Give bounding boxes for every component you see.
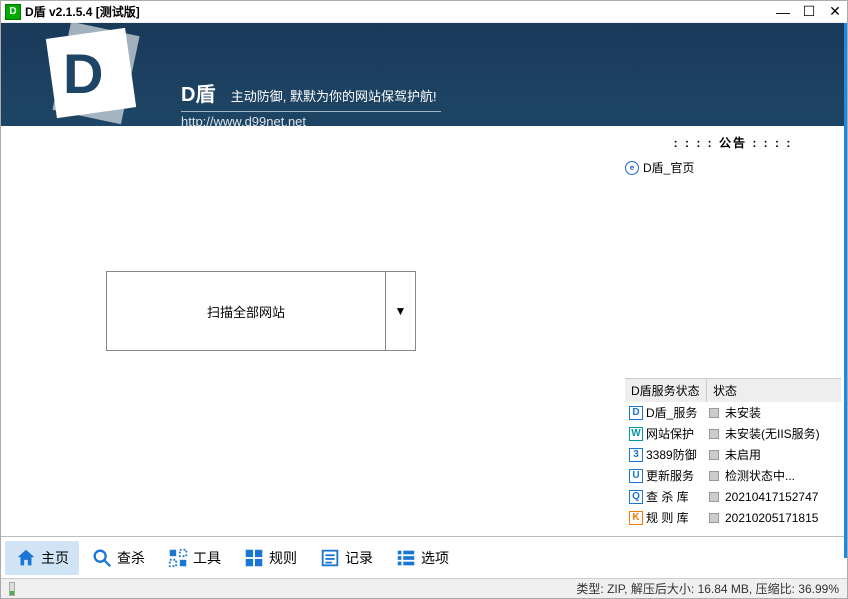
service-icon: K	[629, 511, 643, 525]
status-text: 未安装(无IIS服务)	[725, 425, 837, 442]
status-text: 20210417152747	[725, 490, 837, 504]
announce-item[interactable]: e D盾_官页	[625, 157, 841, 178]
status-table: D盾服务状态 状态 DD盾_服务 未安装 W网站保护 未安装(无IIS服务) 33389…	[625, 378, 841, 528]
tab-label: 查杀	[117, 548, 145, 568]
status-indicator-icon	[709, 408, 719, 418]
status-text: 20210205171815	[725, 511, 837, 525]
minimize-button[interactable]: —	[775, 4, 791, 20]
tab-grid[interactable]: 规则	[233, 541, 307, 575]
service-name: 网站保护	[646, 425, 706, 442]
tab-label: 主页	[41, 548, 69, 568]
announce-header: : : : : 公告 : : : :	[625, 134, 841, 151]
slogan: 主动防御, 默默为你的网站保驾护航!	[231, 86, 437, 105]
banner: D D盾 主动防御, 默默为你的网站保驾护航! http://www.d99ne…	[1, 23, 847, 126]
statusbar: 类型: ZIP, 解压后大小: 16.84 MB, 压缩比: 36.99%	[1, 578, 847, 598]
status-row[interactable]: W网站保护 未安装(无IIS服务)	[625, 423, 841, 444]
close-button[interactable]: ✕	[827, 4, 843, 20]
service-name: 规 则 库	[646, 509, 706, 526]
service-icon: W	[629, 427, 643, 441]
scan-all-button[interactable]: 扫描全部网站 ▼	[106, 271, 416, 351]
titlebar: D D盾 v2.1.5.4 [测试版] — ☐ ✕	[1, 1, 847, 23]
service-icon: 3	[629, 448, 643, 462]
service-name: 更新服务	[646, 467, 706, 484]
tab-tools[interactable]: 工具	[157, 541, 231, 575]
tab-search[interactable]: 查杀	[81, 541, 155, 575]
service-name: 3389防御	[646, 446, 706, 463]
status-indicator-icon	[709, 450, 719, 460]
grid-icon	[243, 547, 265, 569]
side-panel: : : : : 公告 : : : : e D盾_官页 D盾服务状态 状态 DD盾_…	[619, 126, 847, 536]
status-text: 检测状态中...	[725, 467, 837, 484]
service-icon: U	[629, 469, 643, 483]
service-name: D盾_服务	[646, 404, 706, 421]
url-text: http://www.d99net.net	[181, 114, 441, 126]
status-text: 未启用	[725, 446, 837, 463]
toolbar: 主页 查杀 工具 规则 记录 选项	[1, 536, 847, 578]
status-type-label: 类型:	[576, 580, 603, 597]
window-title: D盾 v2.1.5.4 [测试版]	[25, 3, 775, 20]
progress-indicator	[9, 582, 15, 596]
tab-list[interactable]: 记录	[309, 541, 383, 575]
tab-label: 记录	[345, 548, 373, 568]
maximize-button[interactable]: ☐	[801, 4, 817, 20]
search-icon	[91, 547, 113, 569]
status-row[interactable]: 33389防御 未启用	[625, 444, 841, 465]
status-size-value: 16.84 MB,	[698, 582, 753, 596]
right-edge	[844, 23, 847, 558]
status-ratio-value: 36.99%	[798, 582, 839, 596]
tab-label: 工具	[193, 548, 221, 568]
status-row[interactable]: U更新服务 检测状态中...	[625, 465, 841, 486]
status-row[interactable]: K规 则 库 20210205171815	[625, 507, 841, 528]
home-icon	[15, 547, 37, 569]
status-size-label: 解压后大小:	[631, 580, 694, 597]
globe-icon: e	[625, 161, 639, 175]
tools-icon	[167, 547, 189, 569]
announce-text: D盾_官页	[643, 159, 694, 176]
scan-label: 扫描全部网站	[107, 272, 385, 350]
tab-label: 选项	[421, 548, 449, 568]
tab-home[interactable]: 主页	[5, 541, 79, 575]
status-type-value: ZIP,	[607, 582, 627, 596]
status-row[interactable]: Q查 杀 库 20210417152747	[625, 486, 841, 507]
status-indicator-icon	[709, 513, 719, 523]
app-icon: D	[5, 4, 21, 20]
service-name: 查 杀 库	[646, 488, 706, 505]
list-icon	[319, 547, 341, 569]
status-row[interactable]: DD盾_服务 未安装	[625, 402, 841, 423]
service-icon: D	[629, 406, 643, 420]
status-header-service: D盾服务状态	[625, 379, 707, 402]
status-indicator-icon	[709, 471, 719, 481]
logo: D	[21, 33, 151, 118]
tab-options[interactable]: 选项	[385, 541, 459, 575]
status-indicator-icon	[709, 429, 719, 439]
status-header-status: 状态	[707, 379, 841, 402]
brand-name: D盾	[181, 78, 215, 107]
status-indicator-icon	[709, 492, 719, 502]
dropdown-arrow-icon[interactable]: ▼	[385, 272, 415, 350]
options-icon	[395, 547, 417, 569]
service-icon: Q	[629, 490, 643, 504]
status-text: 未安装	[725, 404, 837, 421]
tab-label: 规则	[269, 548, 297, 568]
status-ratio-label: 压缩比:	[756, 580, 795, 597]
main-area: 扫描全部网站 ▼	[1, 126, 619, 536]
